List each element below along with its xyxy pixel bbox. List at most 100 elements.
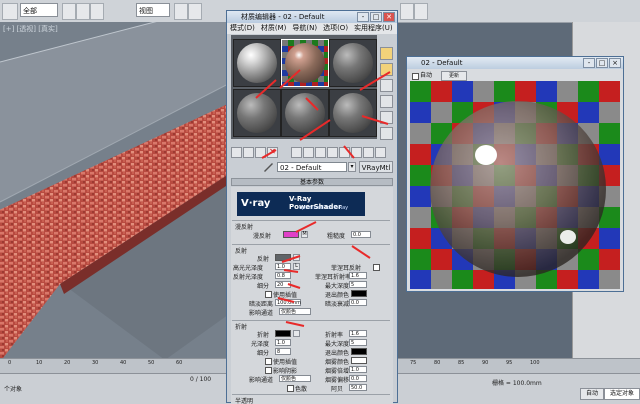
timeline-tick: 75: [410, 360, 417, 366]
perspective-viewport[interactable]: [+] [透视] [真实]: [0, 22, 232, 372]
reset-map-icon[interactable]: ✕: [267, 147, 278, 158]
fog-color-swatch[interactable]: [351, 357, 367, 364]
show-map-in-viewport-icon[interactable]: [339, 147, 350, 158]
options-icon[interactable]: [380, 127, 393, 140]
dim-distance-label: 暗淡距离: [249, 301, 274, 308]
refract-max-depth-field[interactable]: 5: [349, 339, 367, 346]
material-slot-5[interactable]: [281, 89, 329, 137]
menu-navigation[interactable]: 导航(N): [289, 24, 320, 32]
refract-map-button[interactable]: [293, 330, 300, 337]
affect-shadows-checkbox[interactable]: [265, 367, 272, 374]
side-toolbar: [379, 35, 395, 140]
menu-mode[interactable]: 模式(D): [227, 24, 258, 32]
minimize-button[interactable]: -: [357, 12, 369, 22]
reflect-glossiness-label: 反射光泽度: [233, 274, 264, 281]
menu-utilities[interactable]: 实用程序(U): [351, 24, 396, 32]
refract-subdivs-field[interactable]: 8: [275, 348, 291, 355]
scene-geometry: [0, 22, 232, 372]
fresnel-checkbox[interactable]: [373, 264, 380, 271]
preview-maximize-button[interactable]: □: [596, 58, 608, 68]
fog-multiplier-field[interactable]: 1.0: [349, 366, 367, 373]
ior-field[interactable]: 1.6: [349, 330, 367, 337]
preview-close-button[interactable]: ×: [609, 58, 621, 68]
assign-to-selection-icon[interactable]: [255, 147, 266, 158]
show-end-result-icon[interactable]: [351, 147, 362, 158]
preview-minimize-button[interactable]: -: [583, 58, 595, 68]
named-selection-dropdown[interactable]: 视图: [136, 3, 170, 17]
material-slot-3[interactable]: [329, 39, 377, 87]
refract-affect-channels-dropdown[interactable]: 仅颜色: [279, 375, 311, 382]
refract-use-interp-checkbox[interactable]: [265, 358, 272, 365]
chevron-down-icon[interactable]: ▾: [348, 162, 356, 172]
reflect-max-depth-field[interactable]: 5: [349, 281, 367, 288]
uv-tiling-icon[interactable]: [380, 95, 393, 108]
material-id-channel-icon[interactable]: [327, 147, 338, 158]
background-icon[interactable]: [380, 79, 393, 92]
reflect-max-depth-label: 最大深度: [325, 283, 350, 290]
auto-update-label: 自动: [420, 72, 433, 79]
material-name-field[interactable]: 02 - Default: [277, 162, 347, 172]
close-button[interactable]: ✕: [383, 12, 395, 22]
go-to-parent-icon[interactable]: [363, 147, 374, 158]
dim-distance-field[interactable]: 100.0mm: [275, 299, 301, 306]
viewport-label[interactable]: [+] [透视] [真实]: [3, 24, 58, 34]
reflect-glossiness-field[interactable]: 0.8: [275, 272, 291, 279]
refract-exit-color-swatch[interactable]: [351, 348, 367, 355]
render-setup-button[interactable]: [400, 3, 414, 20]
select-by-name-button[interactable]: [76, 3, 90, 20]
select-region-button[interactable]: [90, 3, 104, 20]
backlight-icon[interactable]: [380, 63, 393, 76]
refract-glossiness-field[interactable]: 1.0: [275, 339, 291, 346]
abbe-field[interactable]: 50.0: [349, 384, 367, 391]
material-slot-1[interactable]: [233, 39, 281, 87]
video-color-check-icon[interactable]: [380, 111, 393, 124]
material-slot-6[interactable]: [329, 89, 377, 137]
reflect-color-swatch[interactable]: [275, 254, 291, 261]
undo-button[interactable]: [2, 3, 18, 20]
menu-material[interactable]: 材质(M): [258, 24, 290, 32]
maximize-button[interactable]: □: [370, 12, 382, 22]
reflect-subdivs-field[interactable]: 20: [275, 281, 291, 288]
auto-key-button[interactable]: 自动: [580, 388, 604, 400]
selected-dropdown[interactable]: 选定对象: [604, 388, 640, 400]
selection-filter-dropdown[interactable]: 全部: [20, 3, 58, 17]
menu-options[interactable]: 选项(O): [320, 24, 351, 32]
make-unique-icon[interactable]: [303, 147, 314, 158]
rotate-button[interactable]: [188, 3, 202, 20]
reflect-affect-channels-dropdown[interactable]: 仅颜色: [279, 308, 311, 315]
refract-color-swatch[interactable]: [275, 330, 291, 337]
status-prompt: 个对象: [4, 386, 23, 393]
reflect-affect-channels-label: 影响通道: [249, 310, 274, 317]
put-to-scene-icon[interactable]: [243, 147, 254, 158]
update-button[interactable]: 更新: [441, 71, 467, 81]
pick-material-icon[interactable]: [263, 162, 274, 172]
copy-material-icon[interactable]: [291, 147, 302, 158]
hilight-lock-button[interactable]: L: [293, 263, 300, 270]
material-type-button[interactable]: VRayMtl: [359, 161, 393, 173]
roughness-field[interactable]: 0.0: [351, 231, 371, 238]
timeline-tick: 85: [458, 360, 465, 366]
auto-update-checkbox[interactable]: [412, 73, 419, 80]
go-forward-to-sibling-icon[interactable]: [375, 147, 386, 158]
material-slot-2-active[interactable]: [281, 39, 329, 87]
timeline-tick: 10: [36, 360, 43, 366]
dispersion-checkbox[interactable]: [287, 385, 294, 392]
basic-parameters-rollout[interactable]: 基本参数: [231, 178, 393, 186]
reflect-exit-color-swatch[interactable]: [351, 290, 367, 297]
reflect-use-interp-checkbox[interactable]: [265, 291, 272, 298]
get-material-icon[interactable]: [231, 147, 242, 158]
material-slot-4[interactable]: [233, 89, 281, 137]
dim-falloff-field[interactable]: 0.0: [349, 299, 367, 306]
diffuse-group-label: 漫反射: [235, 224, 254, 231]
diffuse-map-button[interactable]: M: [301, 231, 308, 238]
diffuse-color-swatch[interactable]: [283, 231, 299, 238]
render-button[interactable]: [414, 3, 428, 20]
sample-type-icon[interactable]: [380, 47, 393, 60]
fog-bias-field[interactable]: 0.0: [349, 375, 367, 382]
put-to-library-icon[interactable]: [315, 147, 326, 158]
move-button[interactable]: [174, 3, 188, 20]
hilight-glossiness-field[interactable]: 1.0: [275, 263, 291, 270]
select-object-button[interactable]: [62, 3, 76, 20]
fresnel-ior-field[interactable]: 1.6: [349, 272, 367, 279]
reflect-map-button[interactable]: [293, 254, 300, 261]
